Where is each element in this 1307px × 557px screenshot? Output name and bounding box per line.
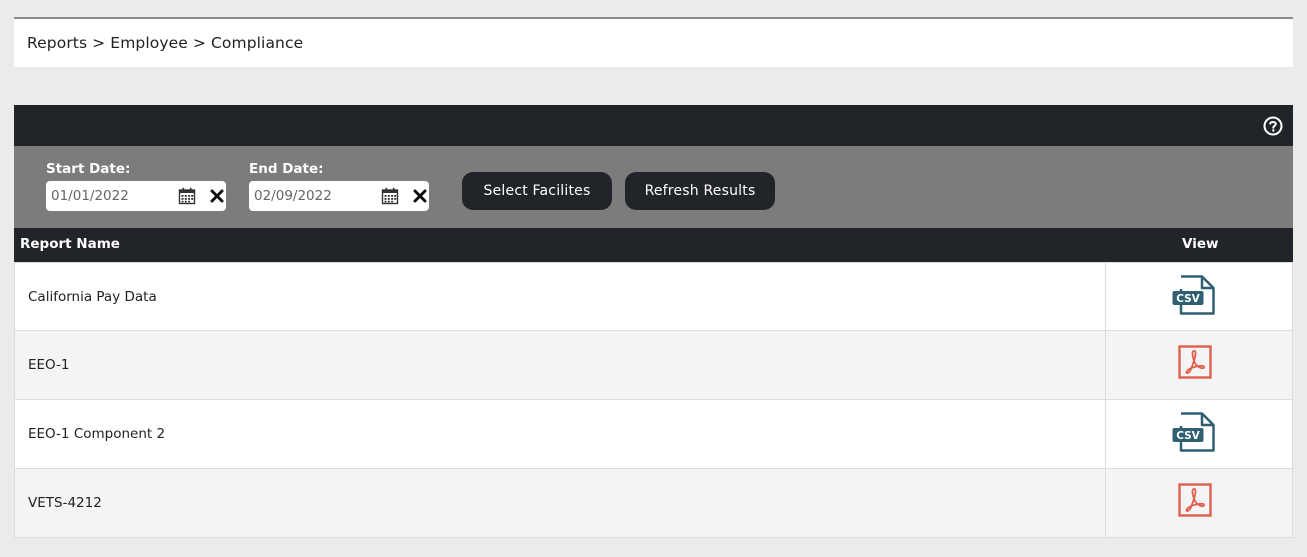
calendar-icon[interactable] [178,187,196,205]
select-facilities-button[interactable]: Select Facilites [462,172,612,210]
filter-bar: Start Date: End Date: [14,146,1293,228]
table-header: Report Name View [14,228,1293,262]
breadcrumb-bar: Reports > Employee > Compliance [14,19,1293,67]
end-date-label: End Date: [249,161,324,177]
column-header-view: View [1182,236,1219,252]
svg-text:CSV: CSV [1176,293,1200,305]
table-row: EEO-1 Component 2 CSV [14,400,1293,469]
calendar-icon[interactable] [381,187,399,205]
start-date-group: Start Date: [46,160,226,211]
view-cell: CSV [1105,263,1293,330]
pdf-file-icon[interactable] [1178,345,1212,379]
refresh-results-button[interactable]: Refresh Results [625,172,775,210]
table-row: VETS-4212 [14,469,1293,538]
start-date-input[interactable] [46,181,171,211]
start-date-box [46,181,226,211]
csv-file-icon[interactable]: CSV [1172,275,1216,315]
column-header-report-name: Report Name [20,236,120,252]
clear-date-icon[interactable] [413,188,427,204]
breadcrumb: Reports > Employee > Compliance [27,34,304,52]
report-name-cell: EEO-1 [28,357,70,373]
clear-date-icon[interactable] [210,188,224,204]
end-date-box [249,181,429,211]
report-name-cell: VETS-4212 [28,495,102,511]
view-cell [1105,331,1293,399]
report-name-cell: EEO-1 Component 2 [28,426,166,442]
view-cell [1105,469,1293,537]
csv-file-icon[interactable]: CSV [1172,412,1216,452]
start-date-label: Start Date: [46,161,131,177]
table-row: EEO-1 [14,331,1293,400]
panel-header [14,105,1293,146]
view-cell: CSV [1105,400,1293,468]
end-date-group: End Date: [249,160,429,211]
table-row: California Pay Data CSV [14,262,1293,331]
report-name-cell: California Pay Data [28,289,157,305]
question-circle-icon[interactable] [1263,116,1283,136]
end-date-input[interactable] [249,181,374,211]
svg-text:CSV: CSV [1176,430,1200,442]
pdf-file-icon[interactable] [1178,483,1212,517]
report-table: California Pay Data CSV EEO-1 EEO-1 Comp… [14,262,1293,538]
